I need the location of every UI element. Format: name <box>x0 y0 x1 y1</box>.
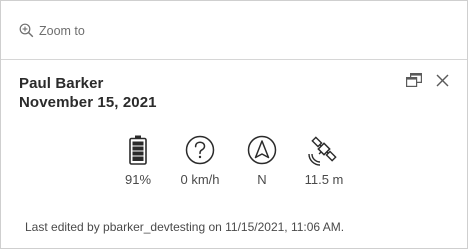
metrics-row: 91% 0 km/h N 11.5 m <box>1 134 467 194</box>
heading-value: N <box>257 172 267 187</box>
satellite-icon <box>289 134 359 166</box>
action-bar: Zoom to <box>1 1 467 60</box>
close-icon[interactable] <box>436 74 449 92</box>
battery-value: 91% <box>124 172 152 187</box>
popup-subtitle: November 15, 2021 <box>19 94 157 111</box>
metric-battery: 91% <box>103 134 173 187</box>
popup-title: Paul Barker <box>19 75 104 92</box>
popup-panel: Zoom to Paul Barker November 15, 2021 91… <box>0 0 468 249</box>
dock-icon[interactable] <box>406 73 422 92</box>
compass-arrow-icon <box>227 134 297 166</box>
last-edited-info: Last edited by pbarker_devtesting on 11/… <box>25 220 345 234</box>
zoom-to-button[interactable]: Zoom to <box>19 23 85 38</box>
zoom-to-label: Zoom to <box>39 23 85 38</box>
speed-value: 0 km/h <box>180 172 220 187</box>
metric-accuracy: 11.5 m <box>289 134 359 187</box>
zoom-in-icon <box>19 23 34 38</box>
battery-icon <box>103 134 173 166</box>
metric-heading: N <box>227 134 297 187</box>
question-circle-icon <box>165 134 235 166</box>
accuracy-value: 11.5 m <box>304 172 344 187</box>
header-actions <box>406 73 449 92</box>
metric-speed: 0 km/h <box>165 134 235 187</box>
popup-header: Paul Barker November 15, 2021 <box>19 74 157 112</box>
